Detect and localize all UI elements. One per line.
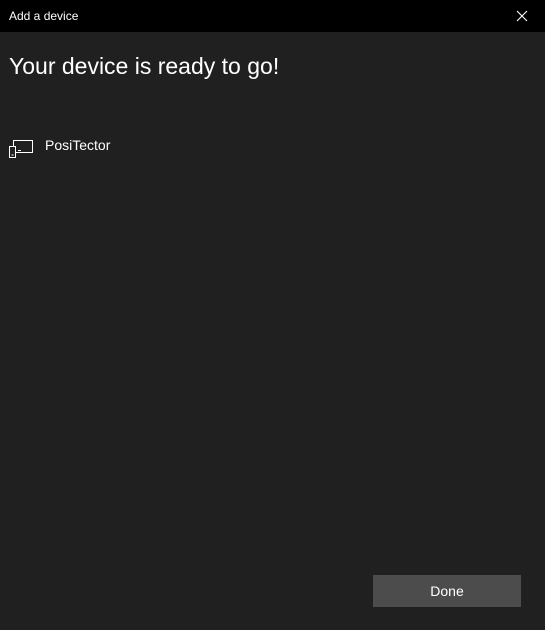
close-button[interactable] (499, 0, 545, 32)
add-device-window: Add a device Your device is ready to go!… (0, 0, 545, 630)
window-title: Add a device (9, 9, 79, 23)
device-name: PosiTector (45, 137, 111, 153)
device-icon (8, 137, 34, 159)
done-button[interactable]: Done (373, 575, 521, 607)
device-list-item[interactable]: PosiTector (8, 134, 308, 162)
page-title: Your device is ready to go! (9, 53, 280, 79)
title-bar: Add a device (0, 0, 545, 32)
close-icon (516, 10, 528, 22)
